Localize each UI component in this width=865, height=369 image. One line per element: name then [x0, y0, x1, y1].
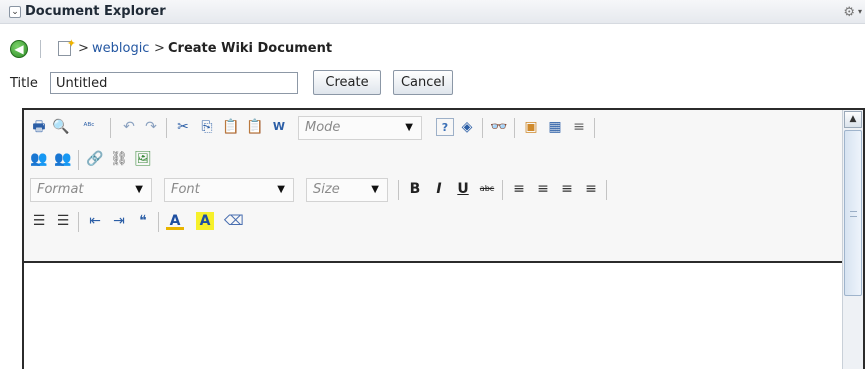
breadcrumb-current: Create Wiki Document	[168, 41, 333, 56]
gear-icon[interactable]: ⚙	[843, 5, 855, 20]
scroll-thumb[interactable]	[844, 130, 862, 296]
insert-table-icon[interactable]: ▦	[546, 118, 564, 136]
print-icon[interactable]: 🖶	[30, 118, 48, 136]
breadcrumb-separator: >	[154, 41, 165, 56]
italic-icon[interactable]: I	[430, 180, 448, 198]
align-center-icon[interactable]: ≡	[534, 180, 552, 198]
insert-image-icon[interactable]: ▣	[522, 118, 540, 136]
align-right-icon[interactable]: ≡	[558, 180, 576, 198]
cut-icon[interactable]: ✂	[174, 118, 192, 136]
toolbar-divider	[606, 180, 607, 200]
divider	[40, 40, 41, 58]
bulleted-list-icon[interactable]: ☰	[54, 212, 72, 230]
create-button[interactable]: Create	[313, 70, 381, 95]
redo-icon[interactable]: ↷	[142, 118, 160, 136]
cancel-button[interactable]: Cancel	[393, 70, 453, 95]
toolbar-divider	[158, 212, 159, 232]
help-icon[interactable]: ?	[436, 118, 454, 136]
toolbar-row-3: Format ▼ Font ▼ Size ▼ B I U abc ≡ ≡ ≡ ≡	[30, 178, 830, 202]
remove-anchor-icon[interactable]: 👥	[54, 150, 72, 168]
paste-icon[interactable]: 📋	[222, 118, 240, 136]
title-label: Title	[10, 76, 38, 91]
spellcheck-icon[interactable]: ᴬᴮᶜ	[76, 118, 102, 136]
chevron-down-icon: ▼	[277, 184, 285, 195]
mode-select-placeholder: Mode	[305, 120, 341, 135]
collapse-toggle-icon[interactable]: ⌄	[9, 6, 21, 18]
toolbar-divider	[78, 212, 79, 232]
chevron-down-icon: ▼	[371, 184, 379, 195]
text-color-icon[interactable]: A	[166, 212, 184, 230]
paste-word-icon[interactable]: W	[270, 118, 288, 136]
align-left-icon[interactable]: ≡	[510, 180, 528, 198]
toolbar-divider	[482, 118, 483, 138]
size-select[interactable]: Size ▼	[306, 178, 388, 202]
outdent-icon[interactable]: ⇤	[86, 212, 104, 230]
blockquote-icon[interactable]: ❝	[134, 212, 152, 230]
toolbar-divider	[502, 180, 503, 200]
toolbar-divider	[398, 180, 399, 200]
anchor-icon[interactable]: 👥	[30, 150, 48, 168]
toolbar-divider	[78, 150, 79, 170]
chevron-down-icon: ▼	[405, 122, 413, 133]
strikethrough-icon[interactable]: abc	[478, 180, 496, 198]
image-icon[interactable]: 🖼	[134, 150, 152, 168]
format-select-placeholder: Format	[37, 182, 84, 197]
undo-icon[interactable]: ↶	[120, 118, 138, 136]
toolbar-row-2: 👥 👥 🔗 ⛓ 🖼	[30, 148, 230, 172]
title-input[interactable]	[50, 72, 298, 94]
background-color-icon[interactable]: A	[196, 212, 214, 230]
toolbar-divider	[514, 118, 515, 138]
toolbar-divider	[594, 118, 595, 138]
link-icon[interactable]: 🔗	[86, 150, 104, 168]
editor-toolbar: 🖶 🔍 ᴬᴮᶜ ↶ ↷ ✂ ⎘ 📋 📋 W Mode ▼ ? ◈ 👓 ▣ ▦ ≡	[24, 110, 842, 263]
scroll-grip	[850, 211, 857, 217]
chevron-down-icon: ▼	[135, 184, 143, 195]
font-select-placeholder: Font	[171, 182, 200, 197]
chevron-down-icon[interactable]: ▾	[858, 7, 862, 16]
breadcrumb-separator: >	[78, 41, 89, 56]
find-icon[interactable]: 👓	[490, 118, 508, 136]
font-select[interactable]: Font ▼	[164, 178, 294, 202]
numbered-list-icon[interactable]: ☰	[30, 212, 48, 230]
copy-icon[interactable]: ⎘	[198, 118, 216, 136]
horizontal-rule-icon[interactable]: ≡	[570, 118, 588, 136]
justify-icon[interactable]: ≡	[582, 180, 600, 198]
toolbar-divider	[110, 118, 111, 138]
maximize-icon[interactable]: ◈	[458, 118, 476, 136]
bold-icon[interactable]: B	[406, 180, 424, 198]
toolbar-row-1: 🖶 🔍 ᴬᴮᶜ ↶ ↷ ✂ ⎘ 📋 📋 W Mode ▼ ? ◈ 👓 ▣ ▦ ≡	[30, 116, 830, 140]
eraser-icon[interactable]: ⌫	[224, 212, 244, 230]
panel-title: Document Explorer	[25, 4, 166, 19]
back-arrow-icon[interactable]: ◀	[10, 40, 28, 58]
unlink-icon[interactable]: ⛓	[110, 150, 128, 168]
mode-select[interactable]: Mode ▼	[298, 116, 422, 140]
editor-scrollbar[interactable]: ▲	[842, 110, 863, 369]
indent-icon[interactable]: ⇥	[110, 212, 128, 230]
rich-text-editor: 🖶 🔍 ᴬᴮᶜ ↶ ↷ ✂ ⎘ 📋 📋 W Mode ▼ ? ◈ 👓 ▣ ▦ ≡	[22, 108, 865, 369]
toolbar-row-4: ☰ ☰ ⇤ ⇥ ❝ A A ⌫	[30, 210, 430, 234]
panel-header: ⌄ Document Explorer ⚙ ▾	[0, 0, 865, 24]
underline-icon[interactable]: U	[454, 180, 472, 198]
scroll-up-icon[interactable]: ▲	[844, 111, 862, 128]
new-document-icon[interactable]	[58, 37, 76, 56]
paste-text-icon[interactable]: 📋	[246, 118, 264, 136]
editor-content-area[interactable]	[24, 265, 842, 369]
format-select[interactable]: Format ▼	[30, 178, 152, 202]
breadcrumb-link-weblogic[interactable]: weblogic	[92, 41, 149, 56]
preview-icon[interactable]: 🔍	[52, 118, 70, 136]
size-select-placeholder: Size	[313, 182, 340, 197]
toolbar-divider	[166, 118, 167, 138]
